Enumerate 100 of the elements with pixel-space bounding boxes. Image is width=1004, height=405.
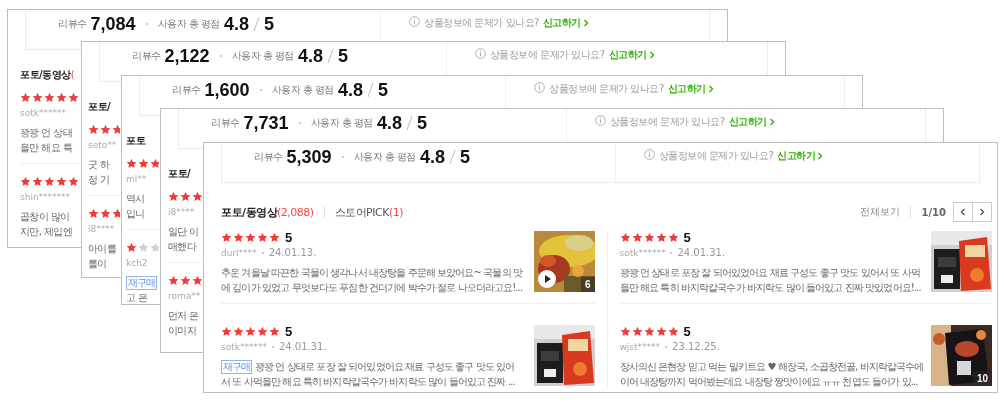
review-count-label: 리뷰수	[132, 49, 161, 63]
chevron-left-icon	[960, 208, 966, 216]
play-icon[interactable]	[537, 270, 556, 288]
slash-icon	[448, 149, 456, 165]
review-text: 지만, 제입엔	[20, 226, 73, 237]
slash-icon	[326, 48, 334, 64]
reviewer-name: durl****	[221, 247, 257, 258]
star-icon	[643, 231, 655, 243]
star-icon	[269, 325, 280, 337]
star-icon	[192, 190, 202, 202]
star-icon	[643, 325, 655, 337]
reviewer-name: i8****	[168, 206, 195, 217]
previous-page-button[interactable]	[953, 202, 973, 222]
review-text: 을만 해요 특	[20, 142, 73, 153]
info-icon	[474, 48, 486, 59]
rating-score: 5	[683, 323, 691, 339]
review-count: 7,084	[90, 13, 136, 35]
slash-icon	[366, 82, 374, 98]
review-text: 을만 해요 특히 바지락칼국수가 바지락도 많이 들어있고 진짜 맛있었어요!...	[619, 282, 921, 293]
rating-label: 사용자 총 평점	[310, 116, 373, 130]
rating-label: 사용자 총 평점	[157, 17, 220, 31]
reviewer-name: seto**	[88, 139, 117, 150]
average-rating: 4.8	[337, 79, 363, 101]
rating-max: 5	[416, 112, 427, 134]
chevron-right-icon	[707, 85, 714, 93]
notice-text: 상품정보에 문제가 있나요?	[658, 149, 774, 163]
star-icon	[88, 123, 99, 135]
star-icon	[233, 325, 244, 337]
reviewer-name: kch2	[126, 257, 148, 268]
review-text: 추운 겨울날 따끈한 국물이 생각나서 내장탕을 주문해 보았어요~ 국물의 맛	[221, 267, 522, 278]
star-icon	[631, 325, 643, 337]
photo-count: 10	[972, 371, 992, 386]
star-icon	[68, 175, 79, 187]
rating-label: 사용자 총 평점	[271, 83, 334, 97]
review-text: 입니	[126, 208, 145, 219]
star-icon	[667, 231, 679, 243]
star-icon	[168, 274, 179, 286]
info-icon	[409, 16, 421, 27]
reviewer-name: shin*******	[20, 191, 71, 202]
star-icon	[32, 91, 43, 103]
review-date: 23.12.25.	[672, 341, 720, 352]
average-rating: 4.8	[376, 112, 402, 134]
review-text: 이미지	[168, 325, 197, 336]
star-icon	[126, 241, 137, 253]
star-icon	[221, 231, 232, 243]
star-icon	[619, 325, 631, 337]
star-icon	[180, 274, 191, 286]
review-text: 먼저 은	[168, 310, 199, 321]
star-icon	[138, 241, 149, 253]
reviewer-name: ml**	[126, 173, 147, 184]
average-rating: 4.8	[223, 13, 249, 35]
view-all-link[interactable]: 전체보기	[860, 205, 901, 219]
review-date: 24.01.31.	[278, 341, 327, 352]
review-tab[interactable]: 포토/	[168, 167, 191, 181]
review-text: 곱창이 많이	[20, 211, 70, 222]
review-tab[interactable]: 포토	[126, 134, 145, 148]
reviewer-name: sotk******	[221, 341, 267, 352]
reviewer-name: sotk******	[619, 247, 666, 258]
repurchase-tag: 재구매	[221, 360, 252, 374]
rating-score: 5	[683, 229, 691, 245]
review-count: 5,309	[286, 146, 332, 168]
chevron-right-icon	[582, 19, 589, 27]
review-text: 에 깊이가 있었고 무엇보다도 푸짐한 건더기에 박수가 절로 나오더라고요!...	[221, 282, 523, 293]
notice-text: 상품정보에 문제가 있나요?	[424, 16, 539, 30]
star-icon	[168, 190, 179, 202]
review-tab[interactable]: 포토/	[88, 100, 111, 114]
star-icon	[233, 231, 244, 243]
star-icon	[192, 274, 202, 286]
review-date: 24.01.13.	[268, 247, 317, 258]
reviewer-name: i8****	[88, 223, 115, 234]
star-icon	[68, 91, 79, 103]
star-icon	[150, 241, 159, 253]
review-date: 24.01.31.	[677, 247, 726, 258]
rating-max: 5	[263, 13, 274, 35]
info-icon	[594, 115, 606, 126]
review-tab[interactable]: 스토어PICK(1)	[334, 204, 403, 220]
star-icon	[20, 175, 31, 187]
star-icon	[56, 91, 67, 103]
star-icon	[245, 231, 256, 243]
star-icon	[257, 231, 268, 243]
review-tab[interactable]: 포토/동영상(2,088)	[221, 204, 314, 220]
chevron-right-icon	[648, 51, 655, 59]
rating-label: 사용자 총 평점	[353, 150, 416, 164]
star-icon	[655, 325, 667, 337]
review-text: 고 은	[126, 292, 148, 303]
star-icon	[619, 231, 631, 243]
review-text: 장사의신 은현장 믿고 먹는 밀키트요 ♥ 해장국, 소곱창전골, 바지락칼국수에	[619, 361, 924, 372]
review-count: 2,122	[164, 45, 210, 67]
star-icon	[100, 123, 111, 135]
next-page-button[interactable]	[972, 202, 992, 222]
reviewer-name: wjst*****	[619, 341, 661, 352]
review-text: 굿 하	[88, 159, 110, 170]
review-count-label: 리뷰수	[254, 150, 283, 164]
review-text: 꽝꽝 언 상태로 포장 잘 되어있었어요 재료 구성도 좋구 맛도 있어	[255, 361, 515, 372]
notice-text: 상품정보에 문제가 있나요?	[489, 48, 605, 62]
review-text: 꽝꽝 언 상태	[20, 127, 73, 138]
star-icon	[20, 91, 31, 103]
star-icon	[32, 175, 43, 187]
review-tab[interactable]: 포토/동영상(	[20, 68, 75, 82]
review-count: 1,600	[204, 79, 250, 101]
